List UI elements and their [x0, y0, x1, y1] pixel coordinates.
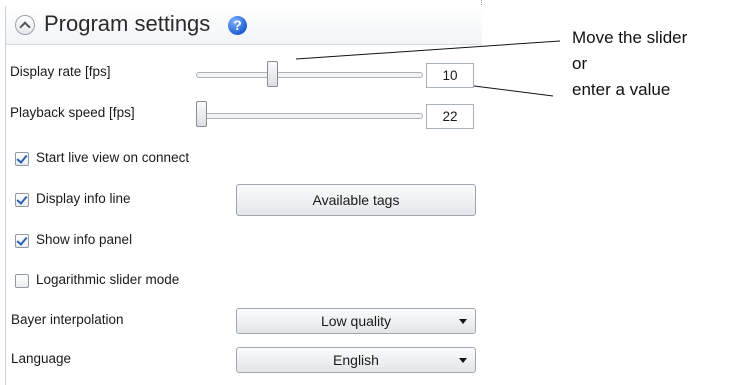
logarithmic-slider-mode-checkbox[interactable]: [15, 274, 29, 288]
collapse-chevron-up-icon[interactable]: [15, 15, 35, 35]
show-info-panel-label: Show info panel: [36, 232, 133, 247]
available-tags-button[interactable]: Available tags: [236, 184, 476, 216]
start-live-view-label: Start live view on connect: [36, 150, 190, 165]
display-rate-input[interactable]: 10: [426, 63, 474, 88]
playback-speed-input[interactable]: 22: [426, 104, 474, 129]
annotation-or: or: [572, 54, 588, 73]
start-live-view-checkbox[interactable]: [15, 152, 29, 166]
playback-speed-slider-track[interactable]: [196, 113, 423, 119]
language-label: Language: [11, 351, 72, 366]
bayer-interpolation-dropdown[interactable]: Low quality: [236, 308, 476, 334]
playback-speed-slider-thumb[interactable]: [196, 101, 207, 127]
panel-header: Program settings ?: [6, 6, 482, 45]
annotation-enter-value: enter a value: [572, 80, 671, 99]
display-info-line-label: Display info line: [36, 191, 131, 206]
display-rate-slider-thumb[interactable]: [266, 61, 278, 87]
bayer-interpolation-selected: Low quality: [320, 313, 392, 329]
program-settings-panel: Program settings ? Display rate [fps] 10…: [5, 6, 482, 385]
chevron-down-icon: [459, 319, 467, 324]
display-info-line-checkbox[interactable]: [15, 193, 29, 207]
bayer-interpolation-label: Bayer interpolation: [11, 312, 124, 327]
display-rate-slider-track[interactable]: [196, 72, 423, 78]
language-dropdown[interactable]: English: [236, 347, 476, 373]
callout-line-value: [473, 85, 554, 97]
show-info-panel-checkbox[interactable]: [15, 234, 29, 248]
logarithmic-slider-mode-label: Logarithmic slider mode: [36, 272, 180, 287]
playback-speed-label: Playback speed [fps]: [10, 105, 135, 120]
language-selected: English: [333, 352, 379, 368]
display-rate-label: Display rate [fps]: [10, 64, 111, 79]
panel-title: Program settings: [44, 11, 211, 36]
help-icon[interactable]: ?: [228, 16, 247, 35]
chevron-down-icon: [459, 358, 467, 363]
annotation-move-slider: Move the slider: [572, 28, 688, 47]
